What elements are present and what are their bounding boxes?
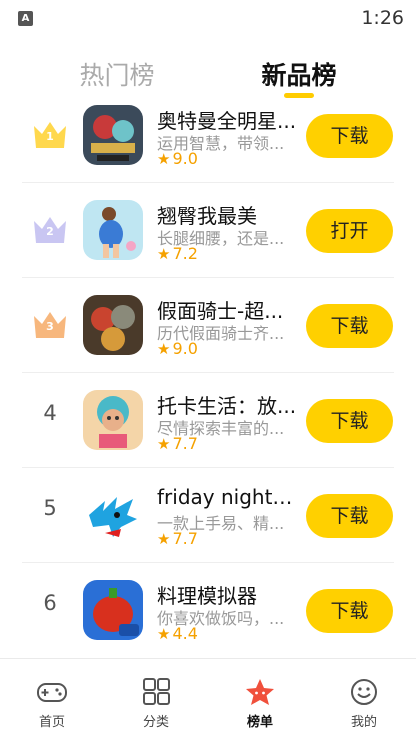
star-icon: ★	[157, 435, 171, 453]
toca-life-app-icon	[83, 390, 143, 450]
app-rating: ★ 7.2	[157, 244, 198, 263]
star-icon: ★	[157, 340, 171, 358]
app-name: friday night f...	[157, 485, 297, 509]
status-time: 1:26	[361, 7, 404, 29]
list-item[interactable]: 5 friday night f... 一款上手易、精... ★ 7.7 下载	[0, 468, 416, 563]
status-bar: A 1:26	[0, 0, 416, 36]
download-button[interactable]: 下载	[306, 114, 393, 158]
download-button[interactable]: 下载	[306, 494, 393, 538]
rank-number: 2	[46, 225, 54, 238]
gamepad-icon	[37, 683, 67, 702]
star-badge-icon	[246, 679, 274, 705]
tab-hot[interactable]: 热门榜	[57, 56, 177, 92]
rating-value: 7.7	[172, 529, 198, 548]
friday-night-app-icon	[83, 485, 143, 545]
rating-value: 4.4	[172, 624, 198, 643]
nav-profile[interactable]: 我的	[312, 659, 416, 737]
list-item[interactable]: 1 奥特曼全明星... 运用智慧，带领... ★ 9.0 下载	[0, 88, 416, 183]
star-icon: ★	[157, 150, 171, 168]
nav-label: 首页	[38, 715, 65, 730]
star-icon: ★	[157, 245, 171, 263]
cooking-simulator-app-icon	[83, 580, 143, 640]
rating-value: 9.0	[172, 149, 198, 168]
list-item[interactable]: 3 假面骑士-超... 历代假面骑士齐... ★ 9.0 下载	[0, 278, 416, 373]
rank-number: 6	[43, 591, 57, 615]
app-indicator-icon: A	[18, 11, 33, 26]
list-item[interactable]: 6 料理模拟器 你喜欢做饭吗，... ★ 4.4 下载	[0, 563, 416, 658]
kamen-rider-app-icon	[83, 295, 143, 355]
rank-number: 5	[43, 496, 57, 520]
app-rating: ★ 4.4	[157, 624, 198, 643]
nav-rankings[interactable]: 榜单	[208, 659, 312, 737]
grid-icon	[143, 678, 170, 705]
app-icon[interactable]	[83, 580, 143, 640]
rating-value: 7.7	[172, 434, 198, 453]
bottom-nav: 首页 分类 榜单 我的	[0, 658, 416, 737]
rank-crown: 1	[30, 118, 70, 154]
ultraman-app-icon	[83, 105, 143, 165]
list-item[interactable]: 2 翘臀我最美 长腿细腰，还是... ★ 7.2 打开	[0, 183, 416, 278]
star-icon: ★	[157, 625, 171, 643]
app-rating: ★ 7.7	[157, 529, 198, 548]
download-button[interactable]: 下载	[306, 589, 393, 633]
open-button[interactable]: 打开	[306, 209, 393, 253]
rank-number: 1	[46, 130, 54, 143]
app-rating: ★ 9.0	[157, 339, 198, 358]
app-rating: ★ 9.0	[157, 149, 198, 168]
rating-value: 9.0	[172, 339, 198, 358]
app-icon[interactable]	[83, 295, 143, 355]
runner-app-icon	[83, 200, 143, 260]
rank-number: 3	[46, 320, 54, 333]
app-icon[interactable]	[83, 105, 143, 165]
smiley-icon	[351, 679, 377, 705]
download-button[interactable]: 下载	[306, 304, 393, 348]
app-icon[interactable]	[83, 390, 143, 450]
nav-category[interactable]: 分类	[104, 659, 208, 737]
nav-label: 分类	[142, 715, 169, 730]
nav-home[interactable]: 首页	[0, 659, 104, 737]
list-item[interactable]: 4 托卡生活：放... 尽情探索丰富的... ★ 7.7 下载	[0, 373, 416, 468]
tab-new[interactable]: 新品榜	[239, 56, 359, 92]
rank-crown: 2	[30, 213, 70, 249]
star-icon: ★	[157, 530, 171, 548]
app-icon[interactable]	[83, 200, 143, 260]
ranking-list[interactable]: 1 奥特曼全明星... 运用智慧，带领... ★ 9.0 下载 2 翘臀我最美 …	[0, 88, 416, 658]
app-icon[interactable]	[83, 485, 143, 545]
nav-label: 我的	[350, 715, 377, 730]
rating-value: 7.2	[172, 244, 198, 263]
download-button[interactable]: 下载	[306, 399, 393, 443]
nav-label: 榜单	[246, 715, 273, 730]
app-rating: ★ 7.7	[157, 434, 198, 453]
rank-number: 4	[43, 401, 57, 425]
rank-crown: 3	[30, 308, 70, 344]
